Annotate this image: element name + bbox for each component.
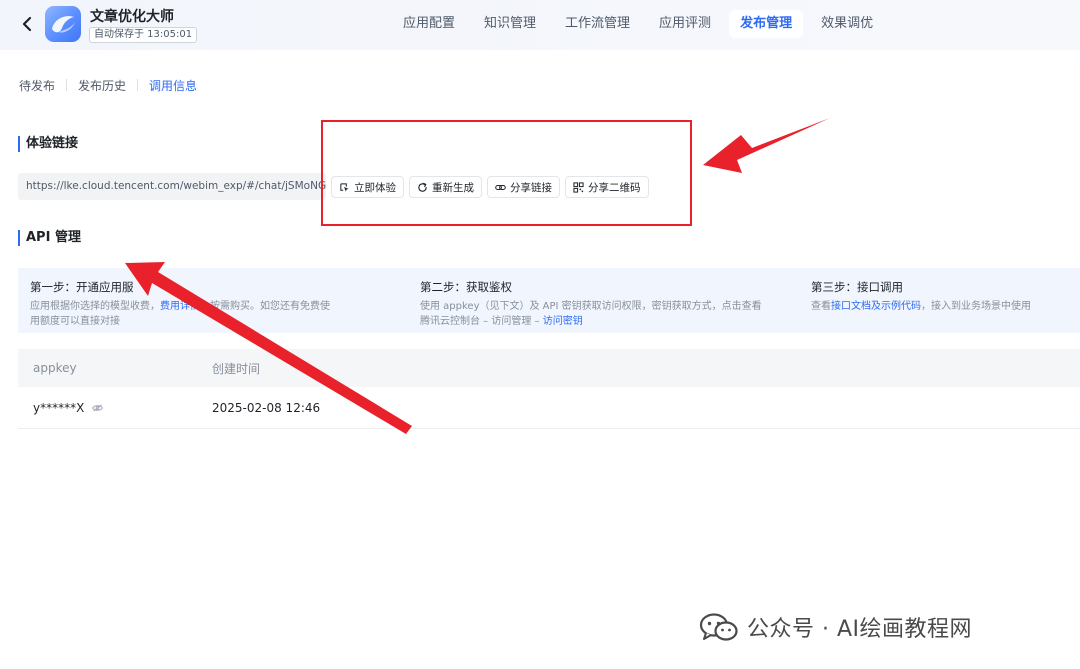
step-1-title: 第一步：开通应用服 [30, 280, 134, 294]
back-arrow-icon[interactable] [19, 13, 37, 35]
subtab-history[interactable]: 发布历史 [78, 77, 126, 94]
column-header-appkey: appkey [33, 361, 77, 375]
step-3-title: 第三步：接口调用 [811, 280, 903, 294]
step-2-title: 第二步：获取鉴权 [420, 280, 512, 294]
appkey-cell: y******X [33, 400, 104, 415]
subtab-pending[interactable]: 待发布 [19, 77, 55, 94]
access-key-link[interactable]: 访问密钥 [543, 316, 583, 327]
tab-app-config[interactable]: 应用配置 [392, 10, 466, 38]
api-section-title: API 管理 [18, 230, 81, 246]
top-nav-tabs: 应用配置 知识管理 工作流管理 应用评测 发布管理 效果调优 [392, 10, 891, 38]
watermark-text: 公众号 · AI绘画教程网 [747, 617, 973, 642]
qrcode-icon [573, 181, 584, 193]
table-header: appkey 创建时间 [18, 349, 1080, 387]
tab-workflow[interactable]: 工作流管理 [554, 10, 641, 38]
step-3-desc-text-2: ，接入到业务场景中使用 [921, 301, 1031, 312]
appkey-value: y******X [33, 400, 85, 415]
tab-publish[interactable]: 发布管理 [729, 10, 804, 38]
sub-tab-divider [66, 79, 68, 91]
tab-knowledge[interactable]: 知识管理 [473, 10, 547, 38]
created-time-cell: 2025-02-08 12:46 [212, 400, 321, 415]
app-name: 文章优化大师 [90, 9, 174, 25]
autosave-status: 自动保存于 13:05:01 [89, 27, 198, 43]
regenerate-label: 重新生成 [432, 181, 474, 194]
step-1-desc-text-2: ，按需购买。如您还有免费使 [200, 301, 330, 312]
tab-evaluation[interactable]: 应用评测 [648, 10, 722, 38]
refresh-icon [418, 182, 427, 192]
step-2-desc: 使用 appkey（见下文）及 API 密钥获取访问权限，密钥获取方式，点击查看… [420, 299, 762, 329]
try-now-button[interactable]: 立即体验 [331, 176, 404, 198]
eye-icon[interactable] [92, 404, 104, 412]
sub-tabs: 待发布 发布历史 调用信息 [19, 76, 197, 94]
api-steps-banner: 第一步：开通应用服 应用根据你选择的模型收费，费用详情，按需购买。如您还有免费使… [18, 268, 1080, 333]
try-now-label: 立即体验 [354, 181, 396, 194]
step-2-desc-line2: 腾讯云控制台 – 访问管理 – [420, 316, 543, 327]
pointer-icon [340, 182, 349, 192]
watermark: 公众号 · AI绘画教程网 [699, 610, 972, 644]
step-1-desc: 应用根据你选择的模型收费，费用详情，按需购买。如您还有免费使 用额度可以直接对接 [30, 299, 330, 329]
appkey-table: appkey 创建时间 y******X 2025-02-08 12:46 [18, 349, 1080, 429]
tab-tuning[interactable]: 效果调优 [810, 10, 884, 38]
table-row: y******X 2025-02-08 12:46 [18, 387, 1080, 429]
annotation-highlight-box [321, 120, 692, 226]
wechat-icon [699, 613, 738, 641]
share-qrcode-label: 分享二维码 [588, 181, 641, 194]
step-3-desc: 查看接口文档及示例代码，接入到业务场景中使用 [811, 299, 1031, 314]
api-docs-link[interactable]: 接口文档及示例代码 [831, 301, 921, 312]
pricing-details-link[interactable]: 费用详情 [160, 301, 200, 312]
app-header: 文章优化大师 自动保存于 13:05:01 应用配置 知识管理 工作流管理 应用… [0, 0, 1080, 50]
share-link-label: 分享链接 [510, 181, 552, 194]
step-3-desc-text: 查看 [811, 301, 831, 312]
experience-url-field[interactable]: https://lke.cloud.tencent.com/webim_exp/… [18, 173, 326, 200]
subtab-call-info[interactable]: 调用信息 [149, 77, 197, 94]
share-qrcode-button[interactable]: 分享二维码 [565, 176, 649, 198]
share-link-button[interactable]: 分享链接 [487, 176, 560, 198]
page: 文章优化大师 自动保存于 13:05:01 应用配置 知识管理 工作流管理 应用… [0, 0, 1080, 669]
step-1-desc-line2: 用额度可以直接对接 [30, 316, 120, 327]
step-2-desc-text: 使用 appkey（见下文）及 API 密钥获取访问权限，密钥获取方式，点击查看 [420, 301, 762, 312]
column-header-created: 创建时间 [212, 361, 261, 376]
experience-section-title: 体验链接 [18, 136, 78, 152]
link-icon [495, 184, 506, 190]
app-logo-icon [45, 6, 81, 42]
annotation-arrows [125, 118, 830, 434]
step-1-desc-text: 应用根据你选择的模型收费， [30, 301, 160, 312]
sub-tab-divider [137, 79, 139, 91]
regenerate-button[interactable]: 重新生成 [409, 176, 482, 198]
annotation-arrow-buttons [703, 118, 830, 173]
